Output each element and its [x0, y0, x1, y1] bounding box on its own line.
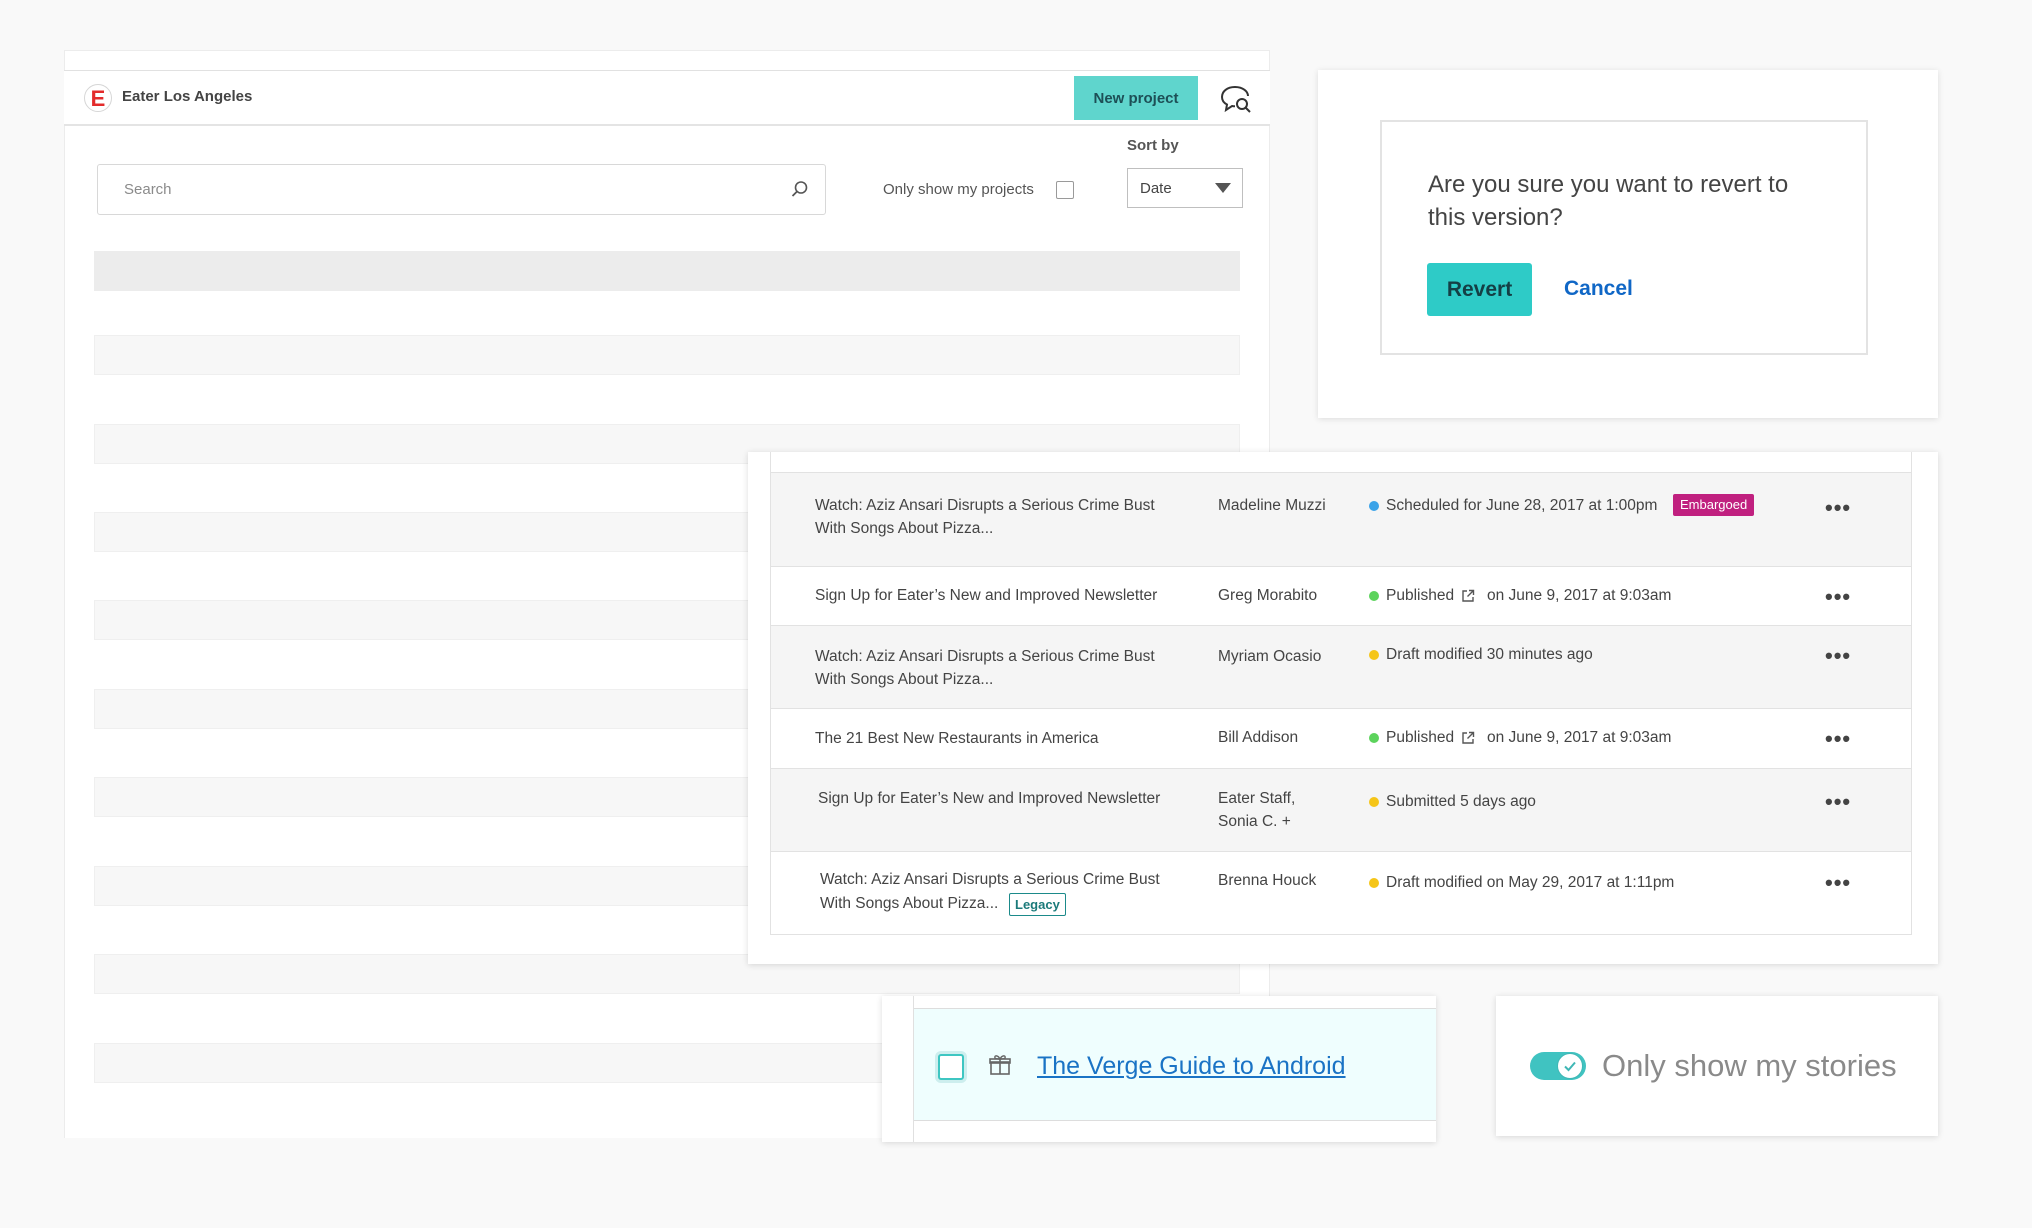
- only-show-my-stories-label: Only show my stories: [1602, 1048, 1897, 1083]
- external-link-icon[interactable]: [1461, 589, 1475, 603]
- cancel-button[interactable]: Cancel: [1564, 277, 1633, 301]
- more-actions-button[interactable]: •••: [1825, 791, 1851, 813]
- chevron-down-icon[interactable]: [1215, 183, 1231, 193]
- new-project-button[interactable]: New project: [1074, 76, 1198, 120]
- checkmark-icon: [1564, 1061, 1576, 1072]
- status-dot: [1369, 501, 1379, 511]
- story-title[interactable]: Sign Up for Eater’s New and Improved New…: [815, 584, 1157, 607]
- only-show-my-projects-checkbox[interactable]: [1056, 181, 1074, 199]
- sort-by-label: Sort by: [1127, 137, 1179, 154]
- story-status: Scheduled for June 28, 2017 at 1:00pm: [1386, 497, 1658, 514]
- more-actions-button[interactable]: •••: [1825, 872, 1851, 894]
- row-divider: [913, 996, 914, 1142]
- story-author: Bill Addison: [1218, 729, 1299, 746]
- table-row[interactable]: [771, 769, 1911, 852]
- story-author-line2: Sonia C. +: [1218, 813, 1291, 830]
- more-actions-button[interactable]: •••: [1825, 497, 1851, 519]
- embargoed-badge: Embargoed: [1673, 494, 1755, 516]
- story-status: Submitted 5 days ago: [1386, 793, 1536, 810]
- story-status: Draft modified 30 minutes ago: [1386, 646, 1593, 663]
- story-status: Draft modified on May 29, 2017 at 1:11pm: [1386, 874, 1675, 891]
- revert-question: Are you sure you want to revert to this …: [1428, 171, 1789, 231]
- only-show-my-projects-label: Only show my projects: [883, 181, 1034, 198]
- status-dot: [1369, 878, 1379, 888]
- skeleton-row: [94, 335, 1240, 375]
- legacy-badge: Legacy: [1009, 893, 1066, 916]
- more-actions-button[interactable]: •••: [1825, 728, 1851, 750]
- story-title-line1[interactable]: Watch: Aziz Ansari Disrupts a Serious Cr…: [820, 868, 1160, 891]
- skeleton-row: [94, 251, 1240, 291]
- story-status: Published: [1386, 587, 1455, 604]
- story-title[interactable]: Watch: Aziz Ansari Disrupts a Serious Cr…: [815, 645, 1185, 691]
- story-title-link[interactable]: The Verge Guide to Android: [1037, 1052, 1346, 1081]
- story-status-date: on June 9, 2017 at 9:03am: [1487, 587, 1672, 604]
- story-status: Published: [1386, 729, 1455, 746]
- more-actions-button[interactable]: •••: [1825, 645, 1851, 667]
- eater-logo[interactable]: E: [84, 84, 112, 112]
- story-status-date: on June 9, 2017 at 9:03am: [1487, 729, 1672, 746]
- story-author: Brenna Houck: [1218, 872, 1317, 889]
- story-title[interactable]: Sign Up for Eater’s New and Improved New…: [818, 787, 1160, 810]
- external-link-icon[interactable]: [1461, 731, 1475, 745]
- story-title[interactable]: Watch: Aziz Ansari Disrupts a Serious Cr…: [815, 494, 1185, 540]
- status-dot: [1369, 650, 1379, 660]
- status-dot: [1369, 733, 1379, 743]
- story-title-line2[interactable]: With Songs About Pizza...: [820, 892, 998, 915]
- story-author-line1: Eater Staff,: [1218, 790, 1296, 807]
- gift-icon: [989, 1055, 1011, 1075]
- revert-dialog: [1380, 120, 1868, 355]
- status-dot: [1369, 591, 1379, 601]
- story-author: Madeline Muzzi: [1218, 497, 1326, 514]
- revert-button[interactable]: Revert: [1427, 263, 1532, 316]
- story-title[interactable]: The 21 Best New Restaurants in America: [815, 727, 1098, 750]
- more-actions-button[interactable]: •••: [1825, 586, 1851, 608]
- story-author: Myriam Ocasio: [1218, 648, 1322, 665]
- search-input[interactable]: [97, 164, 826, 215]
- site-name: Eater Los Angeles: [122, 88, 253, 105]
- chat-search-icon[interactable]: [1220, 84, 1252, 114]
- story-select-checkbox[interactable]: [938, 1054, 964, 1080]
- status-dot: [1369, 797, 1379, 807]
- search-icon[interactable]: [791, 180, 809, 198]
- story-author: Greg Morabito: [1218, 587, 1318, 604]
